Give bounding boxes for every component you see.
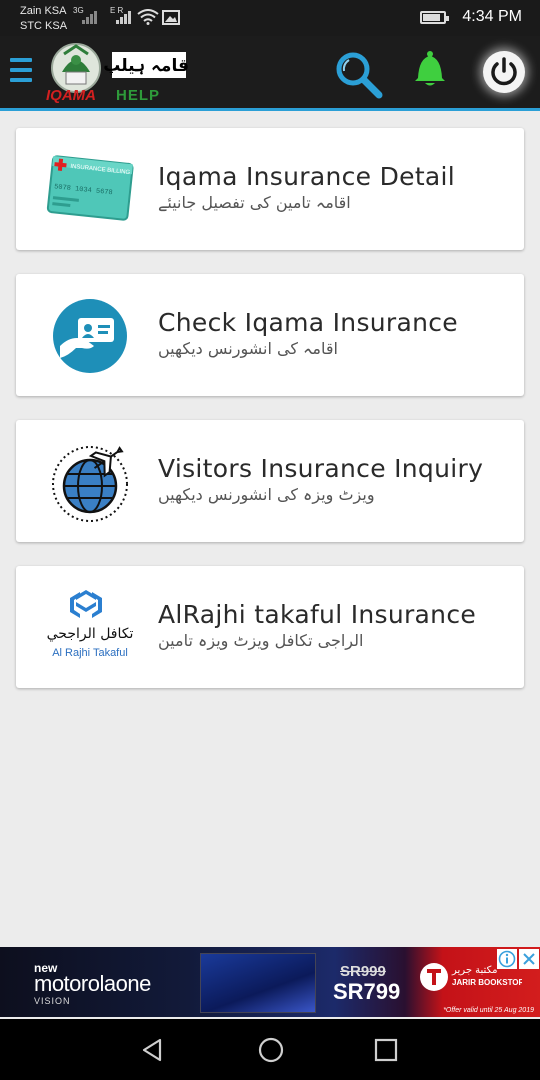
- card-visitors-insurance-inquiry[interactable]: Visitors Insurance Inquiry ویزٹ ویزہ کی …: [16, 420, 524, 542]
- carrier-1: Zain KSA: [20, 5, 67, 17]
- menu-icon[interactable]: [10, 58, 32, 84]
- ad-price: SR799: [333, 979, 401, 1004]
- ad-offer-note: *Offer valid until 25 Aug 2019: [443, 1007, 534, 1014]
- card-check-iqama-insurance[interactable]: Check Iqama Insurance اقامہ کی انشورنس د…: [16, 274, 524, 396]
- insurance-card-icon: INSURANCE BILLING 5078 1034 5678: [46, 155, 134, 221]
- notification-bell-icon[interactable]: [413, 50, 447, 88]
- power-icon: [491, 57, 517, 86]
- info-icon: [498, 950, 516, 968]
- app-logo: اقامہ ہیلپ IQAMA HELP: [46, 43, 190, 104]
- card-alrajhi-takaful-insurance[interactable]: تكافل الراجحي Al Rajhi Takaful AlRajhi t…: [16, 566, 524, 688]
- card-title: AlRajhi takaful Insurance: [158, 600, 477, 629]
- card-subtitle-urdu: ویزٹ ویزہ کی انشورنس دیکھیں: [158, 485, 375, 504]
- carrier-info: Zain KSA STC KSA: [20, 4, 67, 34]
- signal-icon: [82, 11, 97, 24]
- ad-info-button[interactable]: [497, 949, 517, 969]
- ad-banner[interactable]: new motorolaone VISION SR999 SR799 مكتبة…: [0, 947, 540, 1017]
- ad-brand: motorolaone: [34, 971, 151, 996]
- id-card-hand-icon: [53, 299, 127, 373]
- close-icon: [523, 953, 535, 965]
- ad-close-button[interactable]: [519, 949, 539, 969]
- logo-iqama-text: IQAMA: [46, 87, 96, 104]
- card-subtitle-urdu: اقامہ کی انشورنس دیکھیں: [158, 339, 338, 358]
- ad-old-price: SR999: [340, 963, 386, 980]
- battery-icon: [420, 11, 449, 24]
- alrajhi-takaful-logo: تكافل الراجحي Al Rajhi Takaful: [47, 590, 134, 659]
- card-title: Check Iqama Insurance: [158, 308, 458, 337]
- globe-plane-icon: [52, 446, 128, 522]
- jarir-arabic-text: مكتبة جرير: [451, 965, 497, 976]
- card-subtitle-urdu: الراجی تکافل ویزٹ ویزہ تامین: [158, 631, 364, 650]
- ad-brand-sub: VISION: [34, 996, 71, 1006]
- logo-urdu-text: اقامہ ہیلپ: [103, 56, 190, 76]
- system-nav-bar: [0, 1019, 540, 1080]
- back-icon[interactable]: [140, 1037, 166, 1063]
- logo-help-text: HELP: [116, 87, 160, 104]
- card-title: Iqama Insurance Detail: [158, 162, 456, 191]
- insurance-options-list: INSURANCE BILLING 5078 1034 5678 Iqama I…: [16, 128, 524, 712]
- app-bar: اقامہ ہیلپ IQAMA HELP: [0, 36, 540, 111]
- search-icon[interactable]: [333, 50, 385, 100]
- clock: 4:34 PM: [462, 8, 522, 25]
- signal-2-icon: [116, 11, 131, 24]
- alrajhi-arabic-text: تكافل الراجحي: [47, 626, 134, 642]
- status-bar: Zain KSA STC KSA 3G E R 4:34 PM: [0, 0, 540, 36]
- jarir-store-text: JARIR BOOKSTORE: [452, 978, 522, 987]
- ad-phone-image: [200, 953, 316, 1013]
- card-subtitle-urdu: اقامہ تامین کی تفصیل جانیئے: [158, 193, 351, 212]
- power-button[interactable]: [483, 51, 525, 93]
- alrajhi-latin-text: Al Rajhi Takaful: [52, 647, 128, 659]
- card-iqama-insurance-detail[interactable]: INSURANCE BILLING 5078 1034 5678 Iqama I…: [16, 128, 524, 250]
- gallery-notification-icon: [162, 10, 180, 25]
- wifi-icon: [137, 9, 159, 25]
- card-title: Visitors Insurance Inquiry: [158, 454, 484, 483]
- carrier-2: STC KSA: [20, 20, 68, 32]
- home-icon[interactable]: [258, 1037, 284, 1063]
- recent-apps-icon[interactable]: [374, 1038, 398, 1062]
